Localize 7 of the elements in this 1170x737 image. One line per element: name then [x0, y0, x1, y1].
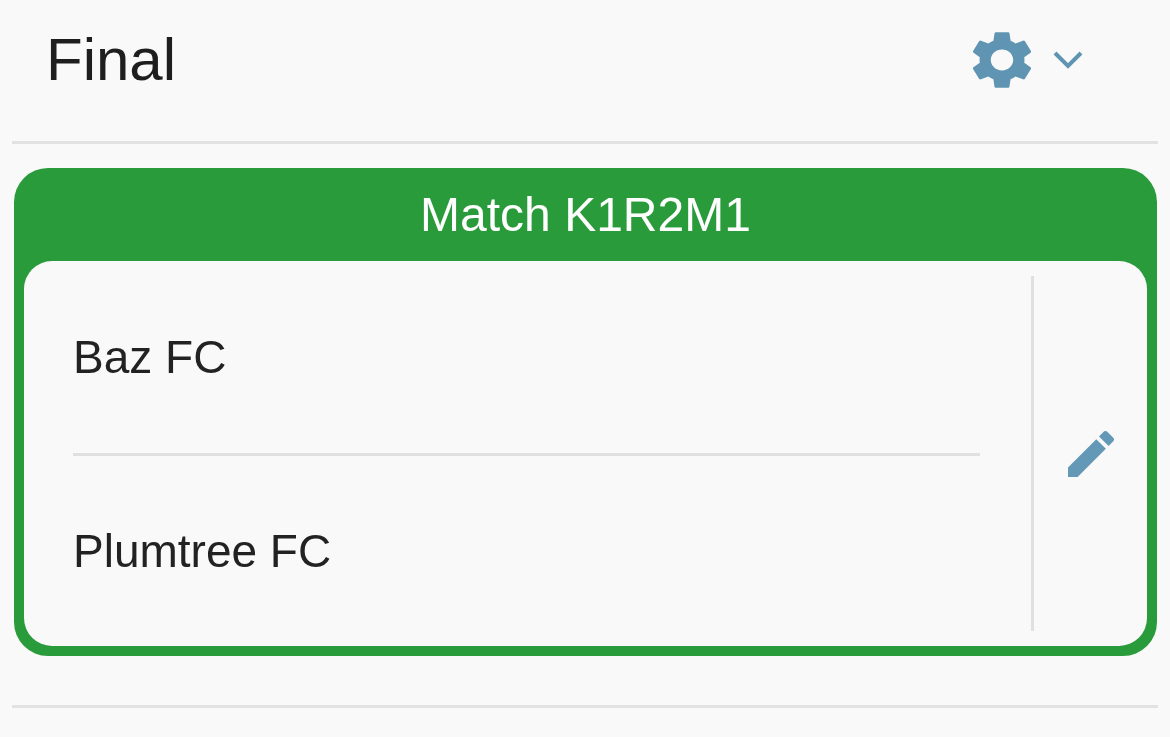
page-title: Final — [46, 30, 177, 90]
gear-icon[interactable] — [973, 31, 1031, 89]
chevron-down-icon[interactable] — [1053, 51, 1083, 69]
pencil-icon[interactable] — [1067, 430, 1114, 477]
team-name: Plumtree FC — [73, 528, 332, 574]
match-title: Match K1R2M1 — [420, 190, 751, 239]
team-name: Baz FC — [73, 334, 227, 380]
